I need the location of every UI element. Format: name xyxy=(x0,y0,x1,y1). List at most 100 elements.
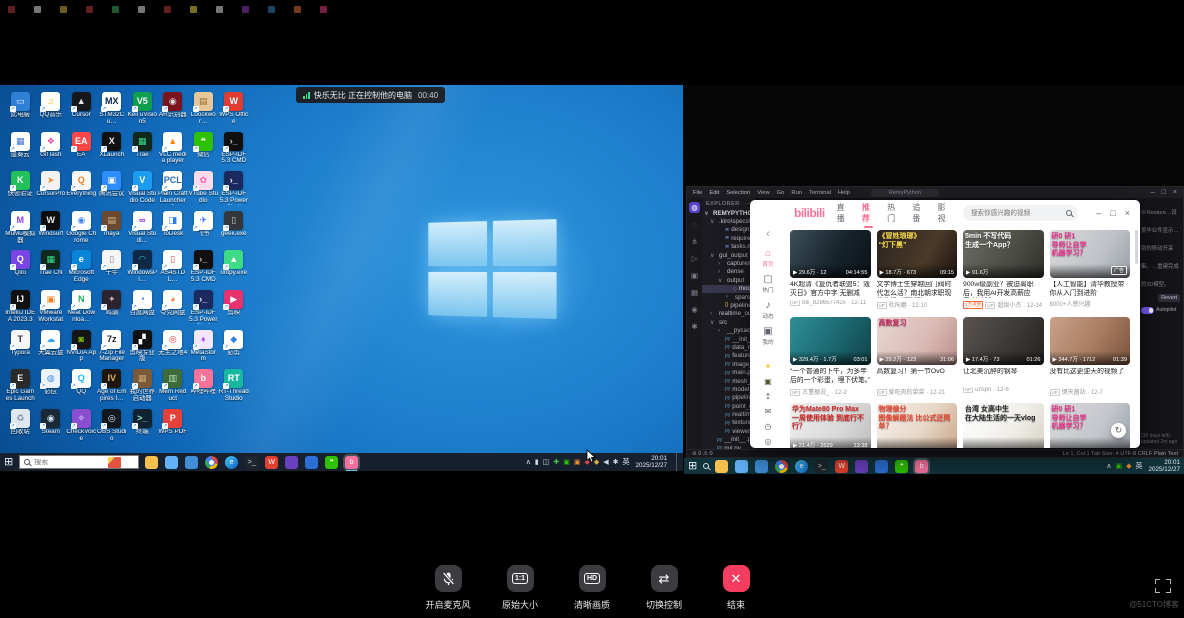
desktop-icon[interactable]: 7z 7-Zip File Manager xyxy=(97,328,128,368)
desktop-icon[interactable]: ▲ VLC media player xyxy=(158,130,189,170)
desktop-icon[interactable]: Q QQ xyxy=(66,367,97,407)
desktop-icon[interactable]: RT RT-Thread Studio xyxy=(219,367,250,407)
file-tree-item[interactable]: ◇ model.ply xyxy=(702,285,754,293)
desktop-icon[interactable]: M MuMu模拟器 xyxy=(5,209,36,249)
desktop-icon[interactable]: e Microsoft Edge xyxy=(66,248,97,288)
taskbar-app-icon[interactable]: ❝ xyxy=(325,456,338,469)
file-tree-item[interactable]: › realtime_output xyxy=(702,310,754,318)
file-tree-item[interactable]: ∨ output xyxy=(702,276,754,284)
desktop-icon[interactable]: ❝ 微信 xyxy=(188,130,219,170)
taskbar-app-icon[interactable] xyxy=(285,456,298,469)
taskbar-clock[interactable]: 20:01 2025/12/27 xyxy=(635,455,667,469)
close-icon[interactable]: × xyxy=(1173,189,1177,196)
taskbar-app-icon[interactable] xyxy=(755,460,768,473)
taskbar-app-icon[interactable]: W xyxy=(835,460,848,473)
desktop-icon[interactable]: ♻ 回收站 xyxy=(5,407,36,447)
desktop-icon[interactable]: Q Qito xyxy=(5,248,36,288)
taskbar-app-icon[interactable] xyxy=(185,456,198,469)
desktop-icon[interactable]: ▲ Cursor xyxy=(66,90,97,130)
activity-bar-icon[interactable]: ▷ xyxy=(689,253,700,264)
activity-bar-icon[interactable]: ✱ xyxy=(689,321,700,332)
tray-icon[interactable]: ▣ xyxy=(1115,462,1122,470)
activity-bar-icon[interactable]: ▣ xyxy=(689,270,700,281)
menu-item[interactable]: File xyxy=(693,190,702,196)
menu-item[interactable]: View xyxy=(757,190,769,196)
desktop-icon[interactable]: N Neat Downloa… xyxy=(66,288,97,328)
refresh-button[interactable]: ↻ xyxy=(1111,423,1126,438)
file-tree-item[interactable]: py point_cloud_g… xyxy=(702,402,754,410)
sidebar-user-icon[interactable]: ▣ xyxy=(764,377,772,386)
file-tree-item[interactable]: ∨ src xyxy=(702,318,754,326)
desktop-icon[interactable]: ◙ NVIDIA App xyxy=(66,328,97,368)
file-tree-item[interactable]: py mesh_generato… xyxy=(702,377,754,385)
desktop-icon[interactable]: ◠ WindowsPl… xyxy=(127,248,158,288)
file-tree-item[interactable]: ≣ design.md xyxy=(702,226,754,234)
desktop-icon[interactable]: W Windsurf xyxy=(36,209,67,249)
file-tree-item[interactable]: › captures xyxy=(702,259,754,267)
tray-icon[interactable]: ✚ xyxy=(553,458,559,466)
sidebar-user-icon[interactable]: ✦ xyxy=(765,362,772,371)
desktop-icon[interactable]: X XLaunch xyxy=(97,130,128,170)
tray-icon[interactable]: ▮ xyxy=(535,458,539,466)
bilibili-tab[interactable]: 直播 xyxy=(837,200,850,228)
hd-quality-control[interactable]: HD 清晰画质 xyxy=(565,565,619,611)
video-card[interactable]: 台湾 女高中生 在大陆生活的一天vlog xyxy=(963,403,1044,448)
activity-bar-icon[interactable]: ◌ xyxy=(689,219,700,230)
taskbar-app-icon[interactable]: b xyxy=(345,456,358,469)
taskbar-app-icon[interactable]: e xyxy=(225,456,238,469)
desktop-icon[interactable]: ∞ Visual Studi… xyxy=(127,209,158,249)
desktop-icon[interactable]: ▯ 千牛 xyxy=(97,248,128,288)
revert-button[interactable]: Revert xyxy=(1158,294,1180,302)
file-tree-item[interactable]: py main.py xyxy=(702,368,754,376)
file-tree-item[interactable]: ≣ requirements.md xyxy=(702,234,754,242)
video-card[interactable]: ▶ 17.4万 · 73 01:26 让北美沉醉的钢琴 unspn · 12-6 xyxy=(963,317,1044,396)
sidebar-user-icon[interactable]: ↥ xyxy=(765,392,772,401)
back-icon[interactable]: ‹ xyxy=(766,228,770,242)
taskbar-app-icon[interactable] xyxy=(305,456,318,469)
end-session-control[interactable]: ✕ 结束 xyxy=(709,565,763,611)
file-tree-item[interactable]: ≣ tasks.md xyxy=(702,243,754,251)
bilibili-search[interactable] xyxy=(963,205,1078,221)
desktop-icon[interactable]: T Typora xyxy=(5,328,36,368)
desktop-icon[interactable]: Q Everything xyxy=(66,169,97,209)
file-tree-item[interactable]: py viewer.py xyxy=(702,427,754,435)
menu-item[interactable]: Selection xyxy=(726,190,750,196)
show-desktop-button[interactable] xyxy=(676,453,679,471)
desktop-icon[interactable]: ›_ ESP-IDF 5.3 PowerShell xyxy=(188,288,219,328)
video-card[interactable]: ▶ 29.6万 · 12 04:14:55 4K超清《复仇者联盟5：毁灭日》官方… xyxy=(790,230,871,310)
file-tree-item[interactable]: ∨ REMYPYTHON xyxy=(702,209,754,217)
scrollbar-thumb[interactable] xyxy=(1135,230,1138,264)
taskbar-app-icon[interactable] xyxy=(715,460,728,473)
desktop-icon[interactable]: ▣ 腾讯会议 xyxy=(97,169,128,209)
desktop-icon[interactable]: ▤ Loockwor… xyxy=(188,90,219,130)
desktop-icon[interactable]: ✦ 鸣潮 xyxy=(97,288,128,328)
tray-icon[interactable]: ◫ xyxy=(543,458,550,466)
menu-item[interactable]: Help xyxy=(838,190,850,196)
desktop-icon[interactable]: ◎ OBS Studio xyxy=(97,407,128,447)
taskbar-app-icon[interactable]: b xyxy=(915,460,928,473)
desktop-icon[interactable]: ✈ 飞书 xyxy=(188,209,219,249)
desktop-icon[interactable]: MX STM32Cu… xyxy=(97,90,128,130)
file-tree-item[interactable]: ∨ .kiro\specs\camer… xyxy=(702,217,754,225)
bilibili-tab[interactable]: 推荐 xyxy=(862,200,875,228)
desktop-icon[interactable]: ◔ 百度网盘 xyxy=(127,288,158,328)
taskbar-app-icon[interactable] xyxy=(145,456,158,469)
desktop-icon[interactable]: ›_ ESP-IDF 5.3 PowerShell xyxy=(219,169,250,209)
file-tree-item[interactable]: py pipeline.py xyxy=(702,394,754,402)
original-size-control[interactable]: 1:1 原始大小 xyxy=(493,565,547,611)
sidebar-nav-item[interactable]: ▢ 热门 xyxy=(762,275,773,294)
file-tree-item[interactable]: › dense xyxy=(702,268,754,276)
desktop-icon[interactable]: ▥ Mem Reduct xyxy=(158,367,189,407)
activity-bar-icon[interactable]: ▦ xyxy=(689,287,700,298)
activity-bar-icon[interactable]: ◍ xyxy=(689,202,700,213)
menu-item[interactable]: Run xyxy=(791,190,802,196)
file-tree-item[interactable]: › sparse xyxy=(702,293,754,301)
desktop-icon[interactable]: ♫ QQ音乐 xyxy=(36,90,67,130)
video-card[interactable]: 《冒姓琅琊》 “灯下黑” ▶ 18.7万 · 673 09:15 文学博士生穿越… xyxy=(877,230,958,310)
file-tree-item[interactable]: py __init__.py xyxy=(702,436,754,444)
desktop-icon[interactable]: V5 Keil uVision5 xyxy=(127,90,158,130)
desktop-icon[interactable]: ➤ CursorPro xyxy=(36,169,67,209)
desktop-icon[interactable]: V Visual Studio Code xyxy=(127,169,158,209)
bilibili-tab[interactable]: 追番 xyxy=(912,200,925,228)
desktop-icon[interactable]: ▦ Trae CN xyxy=(36,248,67,288)
